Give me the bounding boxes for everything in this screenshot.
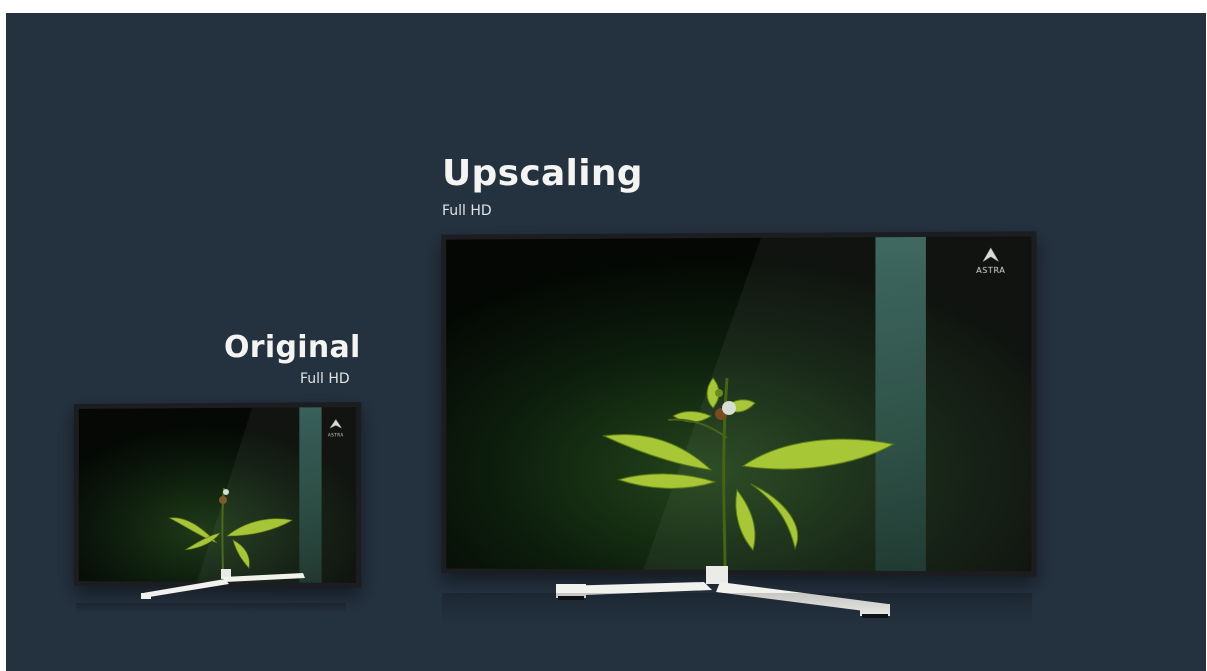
- astra-logo-mark-icon: [982, 247, 999, 262]
- upscaling-tv-reflection: [442, 593, 1032, 623]
- astra-logo-small: ASTRA: [326, 413, 346, 438]
- plant-image: [78, 407, 357, 583]
- original-title: Original: [224, 330, 361, 365]
- upscaling-tv-screen: [446, 236, 1032, 572]
- original-tv-screen: [78, 407, 357, 583]
- upscaling-tv: ASTRA: [441, 231, 1037, 577]
- original-tv: ASTRA: [73, 401, 362, 589]
- original-tv-reflection: [76, 603, 346, 613]
- astra-logo-mark-icon: [329, 419, 342, 429]
- upscaling-resolution: Full HD: [442, 203, 492, 219]
- original-resolution: Full HD: [300, 371, 350, 387]
- upscaling-title: Upscaling: [442, 153, 643, 194]
- plant-image: [446, 236, 1032, 572]
- comparison-stage: Original Full HD Upscaling Full HD ASTRA…: [6, 13, 1206, 671]
- astra-logo-large: ASTRA: [970, 247, 1011, 275]
